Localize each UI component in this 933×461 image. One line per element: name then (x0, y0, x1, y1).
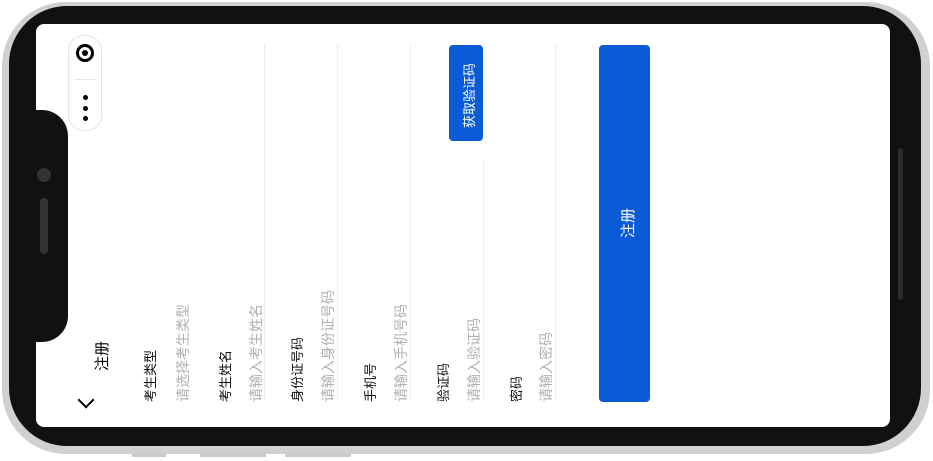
field-label-password: 密码 (510, 375, 525, 402)
field-label-student-type: 考生类型 (144, 349, 159, 402)
side-button (285, 453, 351, 457)
verification-code-input[interactable]: 请输入验证码 (464, 318, 484, 402)
side-button (200, 453, 266, 457)
id-number-input[interactable]: 请输入身份证号码 (318, 290, 338, 402)
phone-notch (30, 110, 68, 342)
target-icon[interactable] (76, 44, 94, 62)
field-label-verification-code: 验证码 (437, 362, 452, 402)
get-code-button[interactable]: 获取验证码 (449, 45, 483, 141)
get-code-label: 获取验证码 (463, 62, 478, 128)
field-label-student-name: 考生姓名 (219, 349, 234, 402)
field-label-phone: 手机号 (364, 362, 379, 402)
more-dots-icon[interactable] (82, 95, 88, 121)
speaker-icon (40, 198, 48, 254)
student-type-select[interactable]: 请选择考生类型 (173, 304, 193, 402)
camera-icon (37, 168, 51, 182)
miniprogram-capsule (68, 35, 102, 131)
field-label-id-number: 身份证号码 (291, 336, 306, 402)
capsule-divider (75, 79, 95, 80)
page-title: 注册 (93, 340, 111, 371)
home-indicator[interactable] (898, 148, 903, 300)
phone-input[interactable]: 请输入手机号码 (391, 304, 411, 402)
student-name-input[interactable]: 请输入考生姓名 (246, 304, 266, 402)
register-button-label: 注册 (619, 207, 637, 238)
register-button[interactable]: 注册 (599, 45, 650, 402)
password-input[interactable]: 请输入密码 (536, 332, 556, 402)
side-button (132, 453, 166, 457)
